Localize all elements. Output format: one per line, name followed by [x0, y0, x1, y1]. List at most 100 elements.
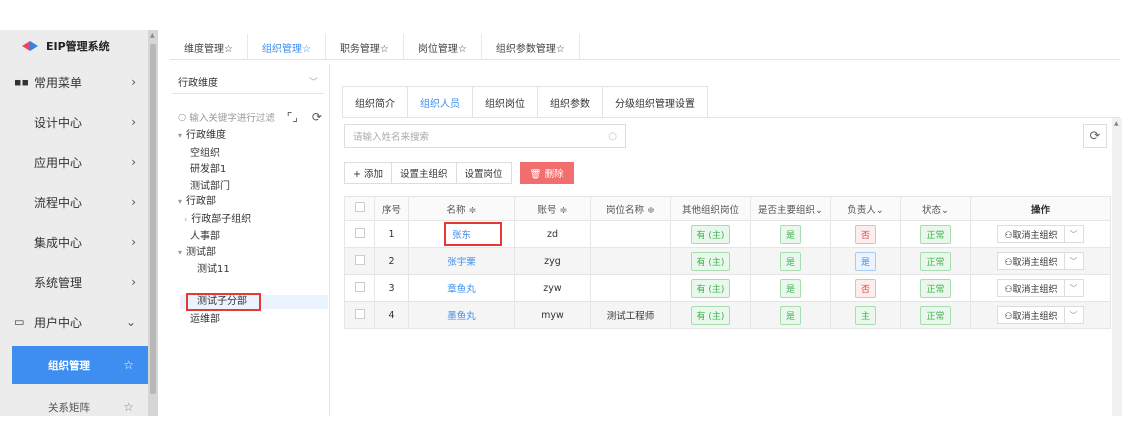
- column-header-actions: 操作: [970, 196, 1111, 221]
- row-checkbox[interactable]: [344, 220, 375, 248]
- table-row: 4 墨鱼丸 myw 测试工程师 有 (主) 是 主 正常 ⚇取消主组织 ﹀: [344, 301, 1111, 329]
- sidebar-item-common-menu[interactable]: ▪▪ 常用菜单 ›: [0, 62, 148, 102]
- tab-bar: 维度管理☆ 组织管理☆ 职务管理☆ 岗位管理☆ 组织参数管理☆: [170, 34, 1120, 60]
- column-header-account[interactable]: 账号 ≑: [514, 196, 591, 221]
- chevron-down-icon[interactable]: ﹀: [1063, 280, 1083, 296]
- star-icon[interactable]: ☆: [123, 400, 134, 414]
- tree-node[interactable]: ▾ 行政维度: [178, 129, 226, 143]
- caret-down-icon[interactable]: ▾: [178, 197, 182, 206]
- tab-org-management[interactable]: 组织管理☆: [248, 34, 326, 60]
- tree-node[interactable]: 运维部: [190, 313, 220, 327]
- cancel-main-org-button[interactable]: ⚇取消主组织 ﹀: [997, 225, 1084, 243]
- dimension-select[interactable]: 行政维度 ﹀: [172, 70, 324, 94]
- grid-icon: ▪▪: [14, 75, 29, 89]
- sidebar-item-system-admin[interactable]: 系统管理 ›: [0, 262, 148, 302]
- tab-job-management[interactable]: 职务管理☆: [326, 34, 404, 60]
- is-main-badge: 是: [779, 224, 801, 244]
- column-header-is-main-org[interactable]: 是否主要组织⌄: [750, 196, 831, 221]
- column-header-other-org-post: 其他组织岗位: [670, 196, 751, 221]
- row-checkbox[interactable]: [344, 274, 375, 302]
- tree-node[interactable]: 研发部1: [190, 163, 226, 177]
- tree-node[interactable]: › 行政部子组织: [184, 213, 251, 227]
- expand-icon[interactable]: ⌜⌟: [287, 110, 298, 124]
- tree-node[interactable]: 人事部: [190, 230, 220, 244]
- tree-node[interactable]: ▾ 行政部: [178, 195, 216, 209]
- cancel-main-org-button[interactable]: ⚇取消主组织 ﹀: [997, 252, 1084, 270]
- tab-dimension-management[interactable]: 维度管理☆: [170, 34, 248, 60]
- row-checkbox[interactable]: [344, 301, 375, 329]
- column-header-head[interactable]: 负责人⌄: [830, 196, 901, 221]
- subtab-org-intro[interactable]: 组织简介: [342, 86, 407, 118]
- top-strip: [0, 0, 1127, 30]
- set-main-org-button[interactable]: 设置主组织: [390, 162, 456, 184]
- cancel-main-org-button[interactable]: ⚇取消主组织 ﹀: [997, 279, 1084, 297]
- add-button[interactable]: + 添加: [344, 162, 391, 184]
- cancel-main-org-button[interactable]: ⚇取消主组织 ﹀: [997, 306, 1084, 324]
- cell-post: 测试工程师: [590, 301, 671, 329]
- subtab-grade-settings[interactable]: 分级组织管理设置: [602, 86, 708, 118]
- cell-post: [590, 274, 671, 302]
- table-header-row: 序号 名称 ≑ 账号 ≑ 岗位名称 ≑ 其他组织岗位 是否主要组织⌄ 负责人⌄ …: [344, 196, 1111, 221]
- column-header-status[interactable]: 状态⌄: [900, 196, 971, 221]
- scroll-up-icon[interactable]: ▲: [1114, 120, 1119, 127]
- refresh-button[interactable]: ⟳: [1083, 124, 1107, 148]
- column-header-post[interactable]: 岗位名称 ≑: [590, 196, 671, 221]
- cell-no: 1: [374, 220, 409, 248]
- tree-node[interactable]: 测试部门: [190, 180, 230, 194]
- cell-name-link[interactable]: 墨鱼丸: [408, 301, 515, 329]
- tree-node[interactable]: 空组织: [190, 147, 220, 161]
- tree-node[interactable]: 测试11: [197, 263, 230, 277]
- cell-no: 3: [374, 274, 409, 302]
- caret-down-icon[interactable]: ▾: [178, 131, 182, 140]
- head-badge: 否: [854, 278, 876, 298]
- tab-post-management[interactable]: 岗位管理☆: [404, 34, 482, 60]
- sidebar-item-integration-center[interactable]: 集成中心 ›: [0, 222, 148, 262]
- content-scrollbar[interactable]: ▲: [1112, 118, 1122, 416]
- set-post-button[interactable]: 设置岗位: [455, 162, 512, 184]
- sidebar-item-app-center[interactable]: 应用中心 ›: [0, 142, 148, 182]
- table-row: 3 章鱼丸 zyw 有 (主) 是 否 正常 ⚇取消主组织 ﹀: [344, 274, 1111, 302]
- sidebar-item-label: 常用菜单: [34, 75, 83, 90]
- brand[interactable]: EIP管理系统: [0, 30, 148, 62]
- caret-right-icon[interactable]: ›: [184, 215, 187, 224]
- column-header-no: 序号: [374, 196, 409, 221]
- scroll-up-icon[interactable]: ▲: [150, 32, 155, 39]
- sidebar-item-user-center[interactable]: ▭ 用户中心 ⌄: [0, 302, 148, 342]
- sidebar-item-flow-center[interactable]: 流程中心 ›: [0, 182, 148, 222]
- delete-button[interactable]: 🗑 删除: [519, 162, 574, 184]
- logo-icon: [22, 41, 38, 51]
- cell-name-link[interactable]: 张宇栗: [408, 247, 515, 275]
- refresh-icon: ⟳: [1089, 128, 1101, 144]
- star-icon[interactable]: ☆: [123, 358, 134, 372]
- table-row: 2 张宇栗 zyg 有 (主) 是 是 正常 ⚇取消主组织 ﹀: [344, 247, 1111, 275]
- is-main-badge: 是: [779, 305, 801, 325]
- chevron-down-icon[interactable]: ﹀: [1063, 253, 1083, 269]
- member-search-input[interactable]: 请输入姓名来搜索 ○: [344, 124, 626, 148]
- subtab-org-params[interactable]: 组织参数: [537, 86, 602, 118]
- caret-down-icon[interactable]: ▾: [178, 248, 182, 257]
- chevron-down-icon[interactable]: ﹀: [1063, 226, 1083, 242]
- sidebar-scrollbar[interactable]: ▲: [148, 30, 158, 416]
- tab-org-param-management[interactable]: 组织参数管理☆: [482, 34, 580, 60]
- row-checkbox[interactable]: [344, 247, 375, 275]
- chevron-down-icon[interactable]: ﹀: [1063, 307, 1083, 323]
- tree-node[interactable]: ▾ 测试部: [178, 246, 216, 260]
- other-org-badge: 有 (主): [690, 224, 731, 244]
- sidebar-item-design-center[interactable]: 设计中心 ›: [0, 102, 148, 142]
- tree-filter-input[interactable]: ○ 输入关键字进行过滤 ⌜⌟ ⟳: [172, 108, 324, 126]
- cell-name-link[interactable]: 章鱼丸: [408, 274, 515, 302]
- search-icon[interactable]: ○: [608, 131, 617, 142]
- select-all-checkbox[interactable]: [344, 196, 375, 221]
- head-badge: 否: [854, 224, 876, 244]
- column-header-name[interactable]: 名称 ≑: [408, 196, 515, 221]
- refresh-icon[interactable]: ⟳: [312, 110, 322, 124]
- head-badge: 是: [854, 251, 876, 271]
- chevron-right-icon: ›: [131, 115, 136, 129]
- subtab-org-posts[interactable]: 组织岗位: [472, 86, 537, 118]
- sidebar-subitem-org-management[interactable]: 组织管理 ☆: [12, 346, 148, 384]
- sidebar-subitem-relation-matrix[interactable]: 关系矩阵 ☆: [0, 388, 148, 426]
- chevron-right-icon: ›: [131, 195, 136, 209]
- chevron-down-icon: ﹀: [308, 78, 318, 88]
- subtab-org-members[interactable]: 组织人员: [407, 86, 472, 118]
- scrollbar-thumb[interactable]: [150, 44, 156, 394]
